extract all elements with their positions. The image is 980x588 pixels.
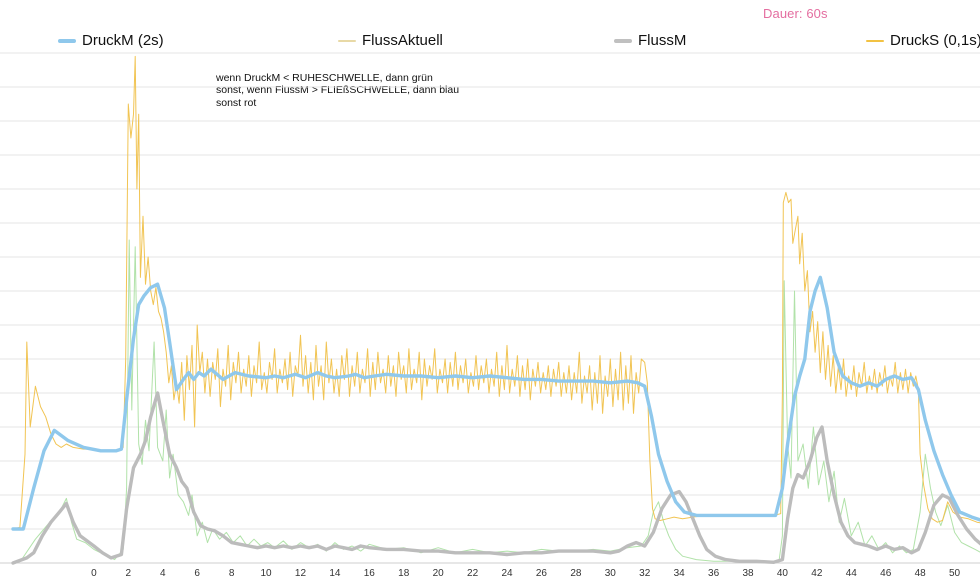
x-tick-label: 18 [398,568,410,579]
x-tick-label: 8 [229,568,235,579]
x-tick-label: 38 [742,568,754,579]
x-tick-label: 42 [811,568,823,579]
x-tick-label: 0 [91,568,97,579]
x-tick-label: 46 [880,568,892,579]
x-tick-label: 22 [467,568,479,579]
x-tick-label: 4 [160,568,166,579]
series-lines [11,55,980,565]
x-tick-label: 48 [915,568,927,579]
line-chart: 0 2 4 6 8 10 12 14 16 18 20 22 24 26 28 30 32 34 36 38 40 42 4… [0,52,980,579]
x-tick-label: 14 [329,568,341,579]
x-tick-label: 44 [846,568,858,579]
x-tick-label: 2 [126,568,132,579]
x-tick-label: 20 [433,568,445,579]
series-line-drucks-0-1s[interactable] [12,55,980,530]
x-tick-label: 10 [260,568,272,579]
x-tick-label: 30 [605,568,617,579]
x-axis-ticks: 0 2 4 6 8 10 12 14 16 18 20 22 24 26 28 30 32 34 36 38 40 42 4… [91,568,960,579]
x-tick-label: 32 [639,568,651,579]
x-tick-label: 26 [536,568,548,579]
x-tick-label: 50 [949,568,961,579]
x-tick-label: 34 [674,568,686,579]
x-tick-label: 16 [364,568,376,579]
x-tick-label: 24 [501,568,513,579]
x-tick-label: 36 [708,568,720,579]
x-tick-label: 12 [295,568,307,579]
x-tick-label: 40 [777,568,789,579]
x-tick-label: 28 [570,568,582,579]
x-tick-label: 6 [194,568,200,579]
